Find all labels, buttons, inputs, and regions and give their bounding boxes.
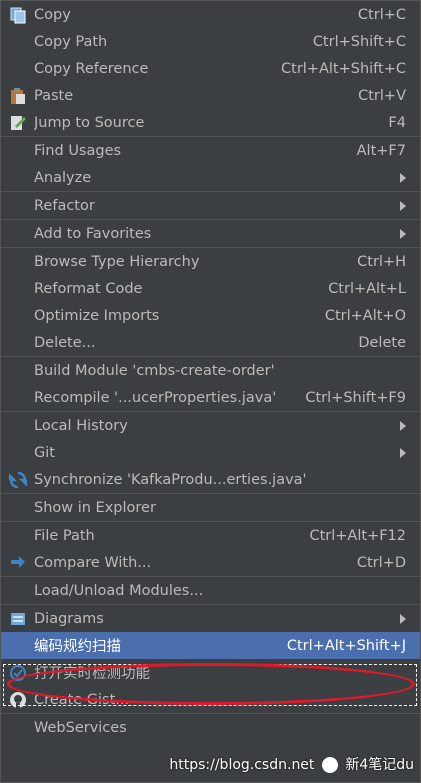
menu-item-paste[interactable]: Paste Ctrl+V <box>1 82 420 109</box>
submenu-arrow-icon <box>400 420 406 431</box>
watermark-brand: 新4笔记du <box>345 757 414 773</box>
menu-item-label: 打开实时检测功能 <box>34 666 150 682</box>
menu-item-label: Recompile '...ucerProperties.java' <box>34 389 277 406</box>
submenu-arrow-icon <box>400 447 406 458</box>
menu-item-copy-reference[interactable]: Copy Reference Ctrl+Alt+Shift+C <box>1 55 420 82</box>
menu-item-webservices[interactable]: WebServices <box>1 714 420 741</box>
menu-group: Browse Type Hierarchy Ctrl+H Reformat Code… <box>1 248 420 357</box>
submenu-arrow-icon <box>400 200 406 211</box>
menu-item-delete[interactable]: Delete... Delete <box>1 329 420 356</box>
menu-item-label: Synchronize 'KafkaProdu...erties.java' <box>34 471 307 488</box>
menu-item-label: Build Module 'cmbs-create-order' <box>34 362 275 379</box>
menu-item-shortcut: Ctrl+D <box>356 554 406 571</box>
menu-item-synchronize-kafkaprodu-erties-java[interactable]: Synchronize 'KafkaProdu...erties.java' <box>1 466 420 493</box>
submenu-arrow-icon <box>400 228 406 239</box>
menu-item-label: Optimize Imports <box>34 307 160 324</box>
menu-item-10-1[interactable]: 编码规约扫描 Ctrl+Alt+Shift+J <box>1 632 420 659</box>
menu-item-label: Find Usages <box>34 142 122 159</box>
menu-item-shortcut: Ctrl+Alt+O <box>324 307 406 324</box>
menu-item-shortcut: Ctrl+Alt+Shift+C <box>281 60 406 77</box>
menu-item-shortcut: Ctrl+V <box>358 87 406 104</box>
menu-group: WebServices <box>1 714 420 741</box>
menu-item-load-unload-modules[interactable]: Load/Unload Modules... <box>1 577 420 604</box>
menu-item-label: Jump to Source <box>34 114 145 131</box>
menu-item-label: Analyze <box>34 169 92 186</box>
menu-item-build-module-cmbs-create-order[interactable]: Build Module 'cmbs-create-order' <box>1 357 420 384</box>
menu-item-copy[interactable]: Copy Ctrl+C <box>1 1 420 28</box>
paste-icon <box>9 87 27 105</box>
menu-item-compare-with[interactable]: Compare With... Ctrl+D <box>1 549 420 576</box>
synchronize-icon <box>7 471 29 489</box>
menu-item-shortcut: Ctrl+Alt+F12 <box>309 527 406 544</box>
menu-group: Local History Git Synchronize 'KafkaProdu.… <box>1 412 420 494</box>
menu-group: Load/Unload Modules... <box>1 577 420 605</box>
menu-item-analyze[interactable]: Analyze <box>1 164 420 191</box>
menu-item-shortcut: Ctrl+Alt+Shift+J <box>286 637 406 654</box>
menu-item-local-history[interactable]: Local History <box>1 412 420 439</box>
menu-item-label: Reformat Code <box>34 280 143 297</box>
menu-item-add-to-favorites[interactable]: Add to Favorites <box>1 220 420 247</box>
menu-item-label: Diagrams <box>34 610 104 627</box>
menu-item-10-2[interactable]: 打开实时检测功能 <box>1 659 420 686</box>
menu-group: Show in Explorer <box>1 494 420 522</box>
menu-item-browse-type-hierarchy[interactable]: Browse Type Hierarchy Ctrl+H <box>1 248 420 275</box>
menu-item-label: Compare With... <box>34 554 152 571</box>
diagram-icon <box>9 610 27 628</box>
jump-to-source-icon <box>9 114 27 132</box>
watermark-url: https://blog.csdn.net <box>169 757 315 773</box>
submenu-arrow-icon <box>400 613 406 624</box>
menu-item-show-in-explorer[interactable]: Show in Explorer <box>1 494 420 521</box>
menu-item-label: Git <box>34 444 55 461</box>
menu-item-label: WebServices <box>34 719 127 736</box>
menu-item-label: Delete... <box>34 334 96 351</box>
github-icon <box>9 691 27 709</box>
wechat-logo-icon <box>321 757 338 773</box>
menu-item-label: Copy <box>34 6 71 23</box>
menu-item-label: Create Gist... <box>34 691 130 708</box>
menu-item-label: Paste <box>34 87 74 104</box>
menu-item-file-path[interactable]: File Path Ctrl+Alt+F12 <box>1 522 420 549</box>
menu-item-recompile-ucerproperties-java[interactable]: Recompile '...ucerProperties.java' Ctrl+S… <box>1 384 420 411</box>
menu-item-find-usages[interactable]: Find Usages Alt+F7 <box>1 137 420 164</box>
menu-item-shortcut: F4 <box>388 114 406 131</box>
menu-item-shortcut: Ctrl+C <box>357 6 406 23</box>
menu-item-shortcut: Alt+F7 <box>356 142 406 159</box>
menu-item-reformat-code[interactable]: Reformat Code Ctrl+Alt+L <box>1 275 420 302</box>
menu-item-label: Copy Reference <box>34 60 149 77</box>
menu-item-label: File Path <box>34 527 95 544</box>
menu-item-shortcut: Delete <box>358 334 406 351</box>
realtime-check-icon <box>9 664 27 682</box>
menu-item-label: Browse Type Hierarchy <box>34 253 200 270</box>
watermark: https://blog.csdn.net 新4笔记du <box>169 754 414 774</box>
menu-item-label: Load/Unload Modules... <box>34 582 204 599</box>
menu-item-copy-path[interactable]: Copy Path Ctrl+Shift+C <box>1 28 420 55</box>
menu-group: Build Module 'cmbs-create-order' Recompil… <box>1 357 420 412</box>
menu-item-diagrams[interactable]: Diagrams <box>1 605 420 632</box>
menu-item-optimize-imports[interactable]: Optimize Imports Ctrl+Alt+O <box>1 302 420 329</box>
menu-group: Add to Favorites <box>1 220 420 248</box>
menu-item-refactor[interactable]: Refactor <box>1 192 420 219</box>
menu-item-shortcut: Ctrl+Alt+L <box>328 280 406 297</box>
submenu-arrow-icon <box>400 172 406 183</box>
menu-item-label: Local History <box>34 417 128 434</box>
menu-item-shortcut: Ctrl+Shift+C <box>312 33 406 50</box>
menu-group: Diagrams 编码规约扫描 Ctrl+Alt+Shift+J 打开实时检测功能 Cr… <box>1 605 420 714</box>
menu-group: Refactor <box>1 192 420 220</box>
menu-item-label: 编码规约扫描 <box>34 639 121 655</box>
menu-item-create-gist[interactable]: Create Gist... <box>1 686 420 713</box>
menu-item-label: Copy Path <box>34 33 108 50</box>
menu-item-label: Add to Favorites <box>34 225 152 242</box>
menu-item-label: Refactor <box>34 197 95 214</box>
menu-item-label: Show in Explorer <box>34 499 156 516</box>
copy-icon <box>9 6 27 24</box>
menu-item-shortcut: Ctrl+H <box>357 253 406 270</box>
menu-item-shortcut: Ctrl+Shift+F9 <box>305 389 406 406</box>
menu-item-jump-to-source[interactable]: Jump to Source F4 <box>1 109 420 136</box>
context-menu: Copy Ctrl+C Copy Path Ctrl+Shift+C Copy Refe… <box>0 0 421 783</box>
menu-group: File Path Ctrl+Alt+F12 Compare With... Ctrl… <box>1 522 420 577</box>
menu-group: Copy Ctrl+C Copy Path Ctrl+Shift+C Copy Refe… <box>1 1 420 137</box>
menu-item-git[interactable]: Git <box>1 439 420 466</box>
compare-icon <box>9 554 27 572</box>
menu-group: Find Usages Alt+F7 Analyze <box>1 137 420 192</box>
